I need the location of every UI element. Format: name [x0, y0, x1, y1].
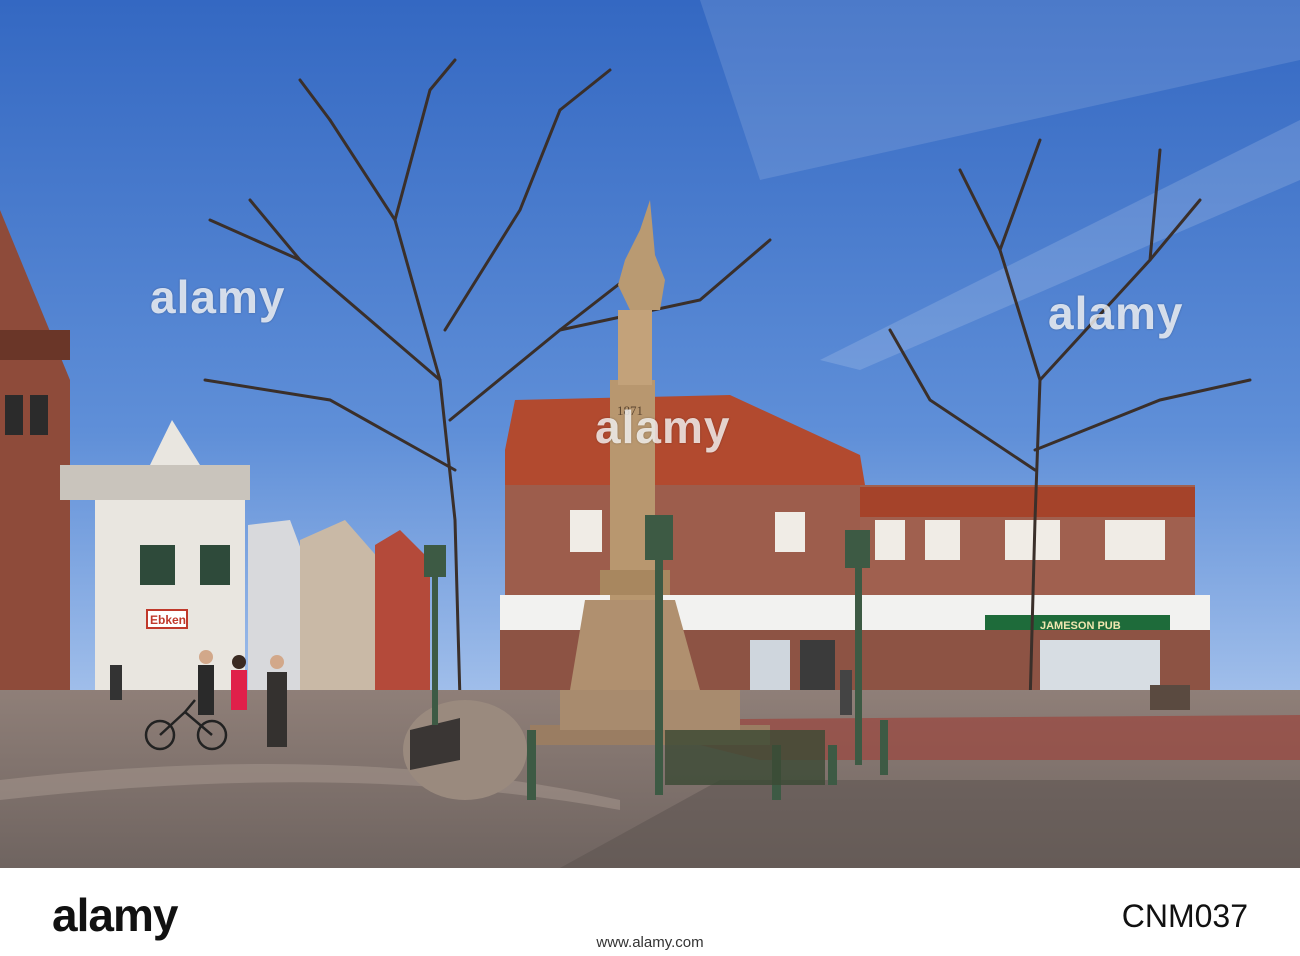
white-house — [95, 495, 245, 690]
watermark: alamy — [150, 271, 286, 323]
watermark: alamy — [1048, 287, 1184, 339]
watermark: alamy — [595, 401, 731, 453]
footer-bar: alamy CNM037 www.alamy.com — [0, 868, 1300, 956]
image-code: CNM037 — [1121, 898, 1248, 934]
footer-url[interactable]: www.alamy.com — [0, 934, 1300, 951]
ebken-sign: Ebken — [150, 613, 186, 627]
